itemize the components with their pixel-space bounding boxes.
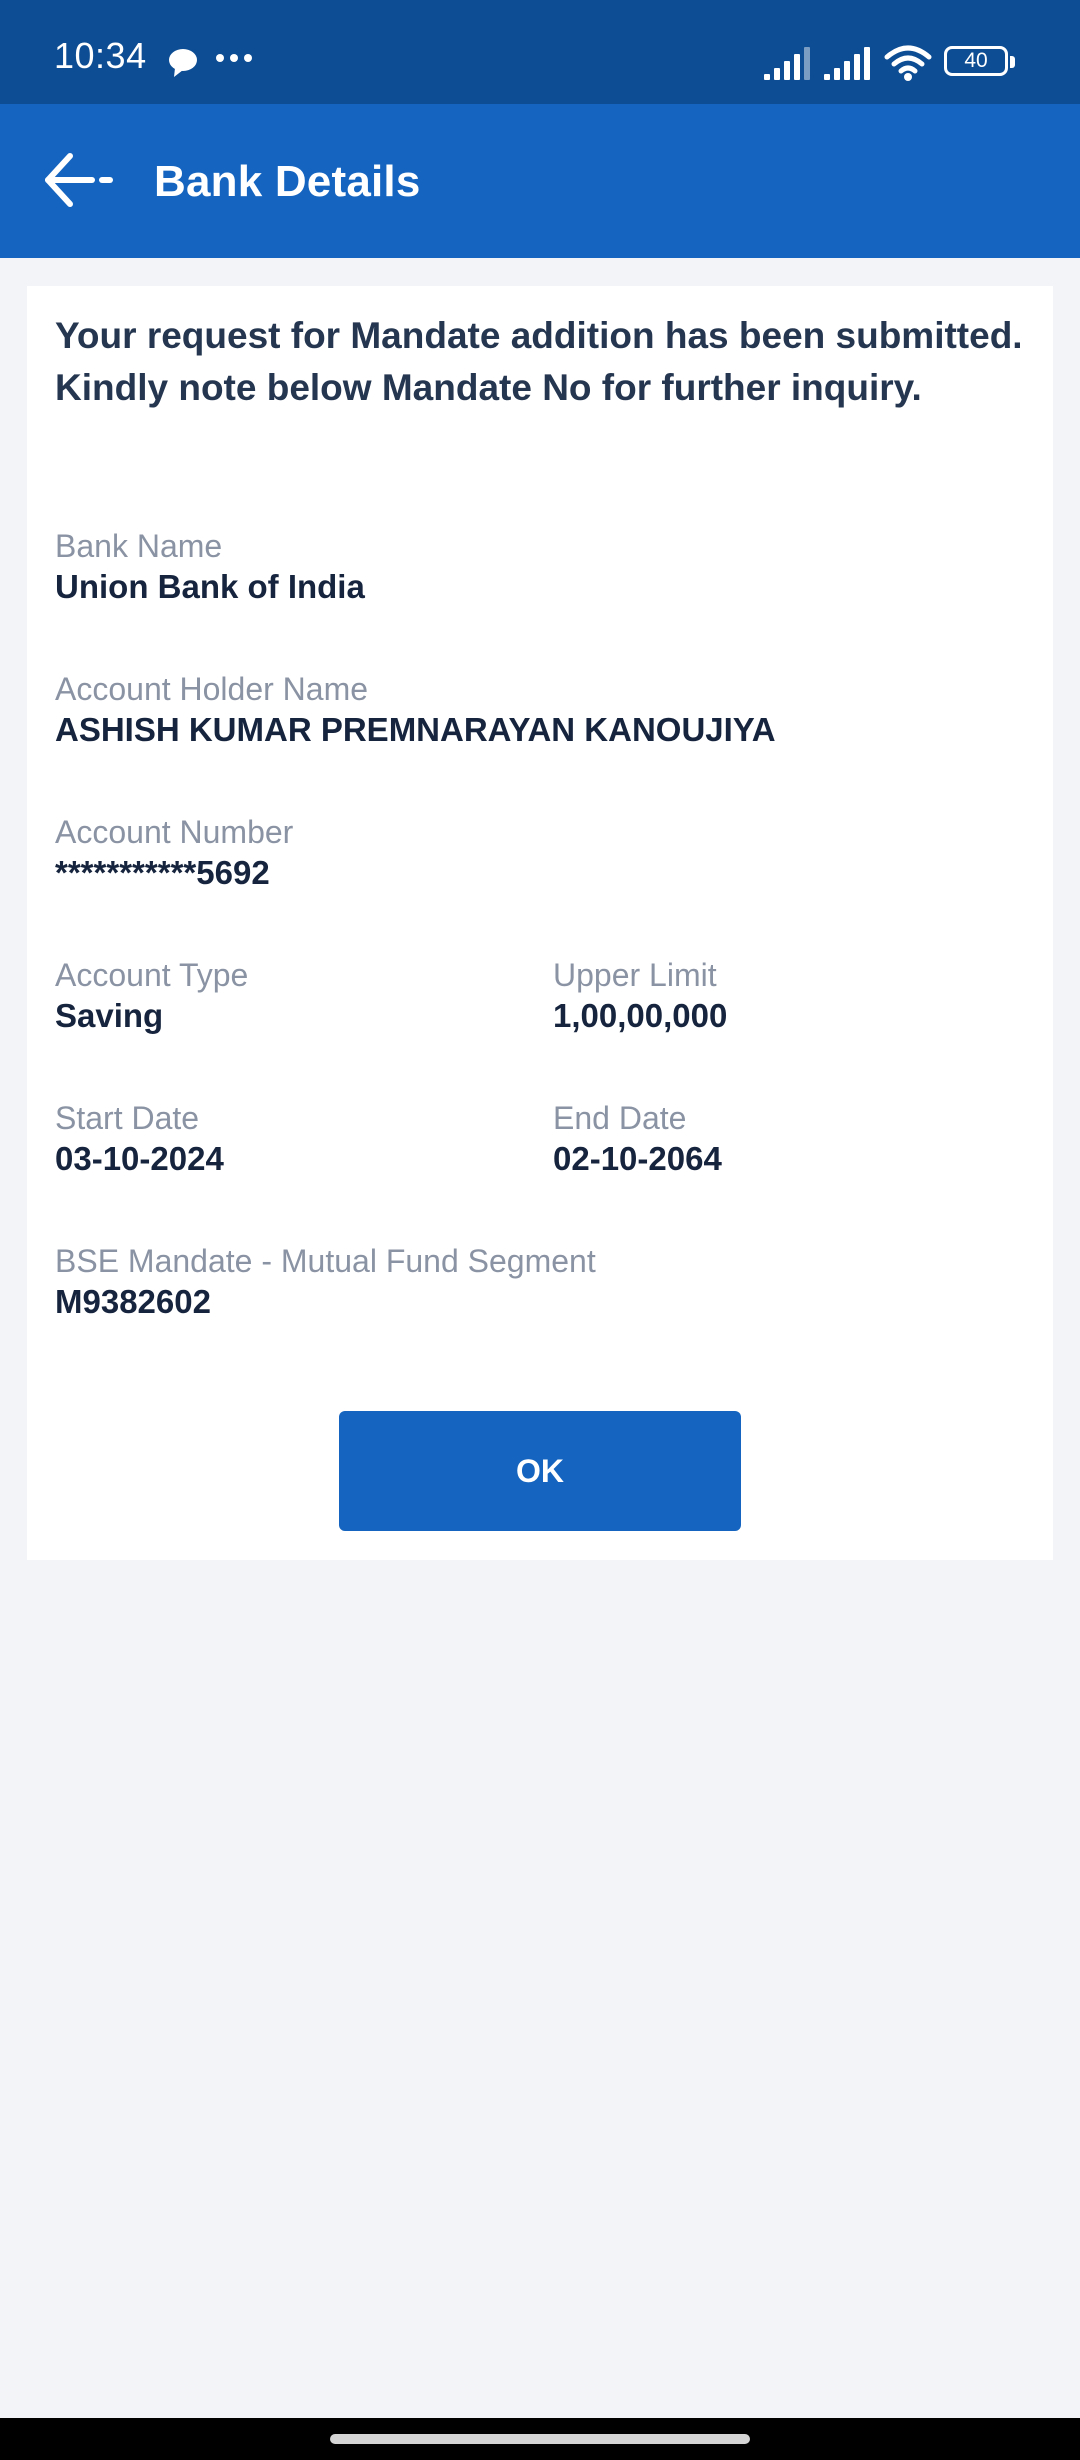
account-number-label: Account Number xyxy=(55,814,294,850)
navigation-bar xyxy=(0,2418,1080,2460)
chat-bubble-icon xyxy=(166,46,200,80)
mandate-details-card: Your request for Mandate addition has be… xyxy=(27,286,1053,1560)
end-date-field: End Date 02-10-2064 xyxy=(553,1098,722,1180)
app-bar: Bank Details xyxy=(0,104,1080,258)
bank-name-value: Union Bank of India xyxy=(55,568,365,605)
account-holder-field: Account Holder Name ASHISH KUMAR PREMNAR… xyxy=(55,669,776,751)
wifi-icon xyxy=(884,44,932,82)
mandate-number-label: BSE Mandate - Mutual Fund Segment xyxy=(55,1243,596,1279)
start-date-value: 03-10-2024 xyxy=(55,1140,224,1177)
end-date-value: 02-10-2064 xyxy=(553,1140,722,1177)
account-number-field: Account Number ***********5692 xyxy=(55,812,293,894)
account-type-value: Saving xyxy=(55,997,164,1034)
account-type-field: Account Type Saving xyxy=(55,955,248,1037)
start-date-label: Start Date xyxy=(55,1100,200,1136)
home-gesture-handle[interactable] xyxy=(330,2434,750,2444)
battery-level: 40 xyxy=(964,49,988,72)
bank-name-label: Bank Name xyxy=(55,528,223,564)
signal-icon xyxy=(762,46,812,82)
account-holder-label: Account Holder Name xyxy=(55,671,369,707)
more-dots-icon xyxy=(214,50,254,66)
battery-icon: 40 xyxy=(944,46,1018,80)
status-bar: 10:34 40 xyxy=(0,0,1080,104)
mandate-number-value: M9382602 xyxy=(55,1283,211,1320)
account-number-value: ***********5692 xyxy=(55,854,270,891)
bank-name-field: Bank Name Union Bank of India xyxy=(55,526,365,608)
end-date-label: End Date xyxy=(553,1100,687,1136)
account-type-label: Account Type xyxy=(55,957,249,993)
back-button[interactable] xyxy=(30,142,130,222)
mandate-number-field: BSE Mandate - Mutual Fund Segment M93826… xyxy=(55,1241,596,1323)
upper-limit-label: Upper Limit xyxy=(553,957,717,993)
signal-icon xyxy=(822,46,872,82)
status-time: 10:34 xyxy=(54,35,147,76)
ok-button[interactable]: OK xyxy=(339,1411,741,1531)
start-date-field: Start Date 03-10-2024 xyxy=(55,1098,224,1180)
confirmation-message: Your request for Mandate addition has be… xyxy=(55,315,1023,408)
account-holder-value: ASHISH KUMAR PREMNARAYAN KANOUJIYA xyxy=(55,711,776,748)
upper-limit-field: Upper Limit 1,00,00,000 xyxy=(553,955,727,1037)
battery-tip xyxy=(1010,56,1015,68)
arrow-left-icon xyxy=(40,150,120,215)
page-title: Bank Details xyxy=(154,157,421,206)
upper-limit-value: 1,00,00,000 xyxy=(553,997,728,1034)
